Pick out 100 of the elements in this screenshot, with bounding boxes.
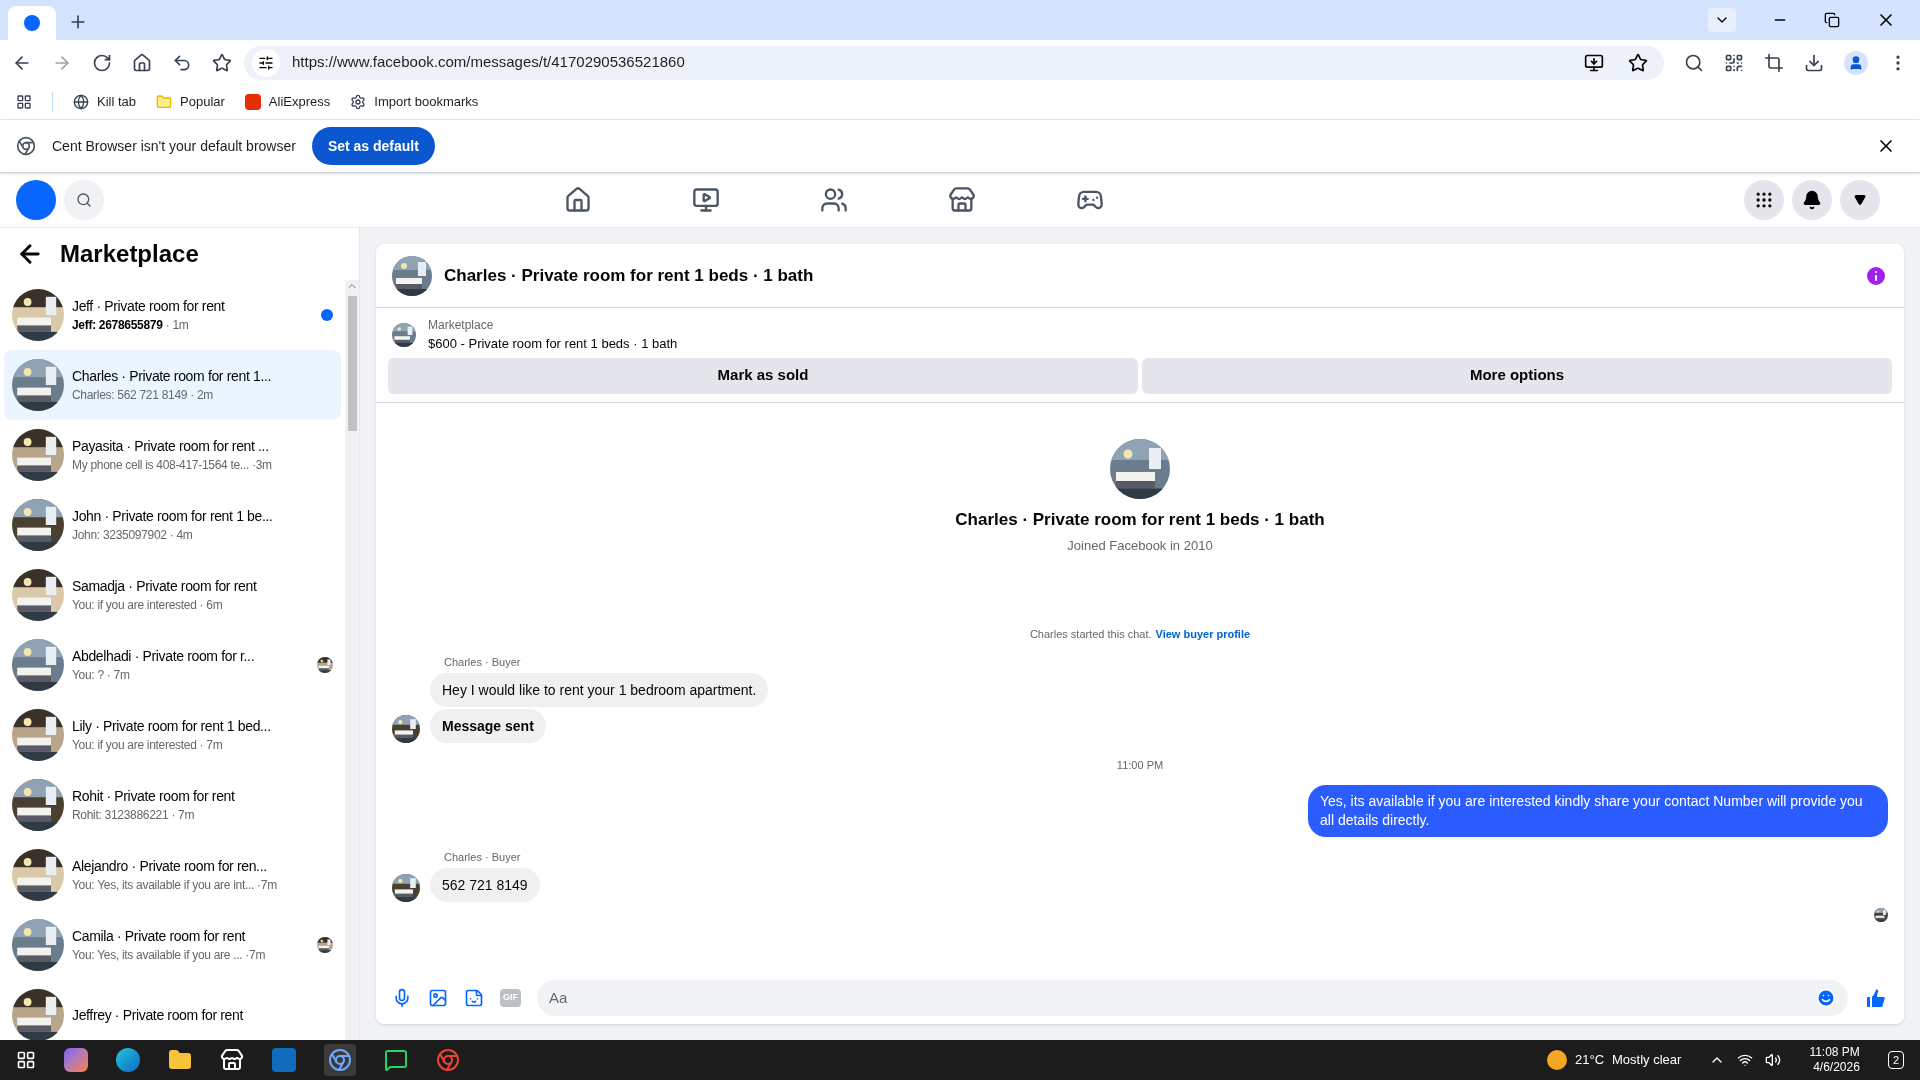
infobar-text: Cent Browser isn't your default browser bbox=[52, 136, 296, 156]
seen-avatar bbox=[317, 657, 333, 673]
folder-icon[interactable] bbox=[168, 1048, 192, 1072]
account-button[interactable] bbox=[1840, 180, 1880, 220]
store-nav-icon[interactable] bbox=[948, 186, 976, 214]
globe-icon bbox=[73, 94, 89, 110]
sticker-icon[interactable] bbox=[464, 988, 484, 1008]
listing-label: Marketplace bbox=[428, 317, 495, 334]
undo-icon[interactable] bbox=[172, 52, 192, 73]
home-icon[interactable] bbox=[132, 52, 152, 73]
profile-name: Charles · Private room for rent 1 beds · 1 bath bbox=[955, 508, 1325, 531]
temperature-text: 21°C bbox=[1575, 1051, 1605, 1070]
conversation-item[interactable]: Lily · Private room for rent 1 bed... You: if you are interested · 7m bbox=[4, 700, 341, 770]
search-icon bbox=[76, 192, 92, 208]
conversation-preview: John: 3235097902 · 4m bbox=[72, 527, 193, 544]
bookmark-link[interactable]: Kill tab bbox=[73, 92, 137, 112]
listing-action-button[interactable]: More options bbox=[1142, 357, 1892, 394]
search-button[interactable] bbox=[64, 180, 104, 220]
volume-icon[interactable] bbox=[1765, 1052, 1782, 1068]
conversation-title: Alejandro · Private room for ren... bbox=[72, 857, 267, 876]
listing-action-button[interactable]: Mark as sold bbox=[388, 357, 1138, 394]
joined-text: Joined Facebook in 2010 bbox=[1067, 537, 1213, 555]
scrollbar-thumb[interactable] bbox=[347, 296, 357, 431]
conversation-item[interactable]: Jeff · Private room for rent Jeff: 2678655879 · 1m bbox=[4, 280, 341, 350]
tab-list-button[interactable] bbox=[1708, 8, 1736, 32]
conversation-item[interactable]: Camila · Private room for rent You: Yes, its available if you are ... ·7m bbox=[4, 910, 341, 980]
incoming-message: Hey I would like to rent your 1 bedroom apartment. bbox=[430, 672, 769, 707]
weather-text: Mostly clear bbox=[1612, 1051, 1682, 1070]
clock-date: 4/6/2026 bbox=[1813, 1060, 1860, 1075]
chrome-icon[interactable] bbox=[436, 1048, 460, 1072]
conversation-title: Lily · Private room for rent 1 bed... bbox=[72, 717, 271, 736]
browser-logo-icon bbox=[16, 136, 36, 156]
conversation-preview: Jeff: 2678655879 · 1m bbox=[72, 317, 189, 334]
bookmark-link[interactable]: Import bookmarks bbox=[350, 92, 479, 112]
chat-intro-text: Charles started this chat. bbox=[1029, 626, 1152, 642]
message-input[interactable]: Aa bbox=[549, 986, 1816, 1010]
conversation-item[interactable]: Abdelhadi · Private room for r... You: ? · 7m bbox=[4, 630, 341, 700]
seen-avatar bbox=[317, 937, 333, 953]
site-settings-icon[interactable] bbox=[258, 54, 274, 71]
seen-avatar bbox=[1874, 907, 1888, 922]
image-icon[interactable] bbox=[428, 988, 448, 1008]
chrome-app-icon[interactable] bbox=[324, 1044, 356, 1076]
bookmark-link[interactable]: AliExpress bbox=[244, 92, 331, 112]
set-default-button[interactable]: Set as default bbox=[311, 127, 435, 165]
restore-icon[interactable] bbox=[1824, 12, 1840, 28]
like-icon[interactable] bbox=[1864, 986, 1888, 1010]
conversation-preview: Rohit: 3123886221 · 7m bbox=[72, 807, 195, 824]
network-icon[interactable] bbox=[1737, 1052, 1754, 1068]
menu-grid-button[interactable] bbox=[1744, 180, 1784, 220]
emoji-icon[interactable] bbox=[1816, 988, 1836, 1008]
conversation-item[interactable]: Payasita · Private room for rent ... My phone cell is 408-417-1564 te... ·3m bbox=[4, 420, 341, 490]
home-nav-icon[interactable] bbox=[564, 186, 592, 214]
apps-icon[interactable] bbox=[16, 94, 32, 110]
composer-bar[interactable]: Aa bbox=[537, 980, 1848, 1016]
sidebar-title: Marketplace bbox=[60, 239, 199, 269]
conversation-title: Samadja · Private room for rent bbox=[72, 577, 257, 596]
conversation-preview: You: Yes, its available if you are ... ·7m bbox=[72, 947, 266, 964]
conversation-item[interactable]: Jeffrey · Private room for rent bbox=[4, 980, 341, 1040]
conversation-item[interactable]: Alejandro · Private room for ren... You: Yes, its available if you are int... ·7m bbox=[4, 840, 341, 910]
conversation-item[interactable]: Rohit · Private room for rent Rohit: 3123886221 · 7m bbox=[4, 770, 341, 840]
download-icon[interactable] bbox=[1804, 52, 1824, 73]
conversation-preview: You: if you are interested · 6m bbox=[72, 597, 223, 614]
conversation-item[interactable]: John · Private room for rent 1 be... John: 3235097902 · 4m bbox=[4, 490, 341, 560]
conversation-item[interactable]: Samadja · Private room for rent You: if you are interested · 6m bbox=[4, 560, 341, 630]
outgoing-message: Yes, its available if you are interested kindly share your contact Number will provide you all details directly. bbox=[1308, 785, 1888, 837]
conversation-preview: You: Yes, its available if you are int... ·7m bbox=[72, 877, 277, 894]
star-icon[interactable] bbox=[212, 52, 232, 73]
conversation-preview: Charles: 562 721 8149 · 2m bbox=[72, 387, 213, 404]
search-icon[interactable] bbox=[1684, 52, 1704, 73]
bookmark-star-icon[interactable] bbox=[1628, 52, 1648, 73]
notification-badge[interactable]: 2 bbox=[1887, 1050, 1904, 1070]
conversation-title: Charles · Private room for rent 1... bbox=[72, 367, 272, 386]
crop-icon[interactable] bbox=[1764, 52, 1784, 73]
scrollbar[interactable] bbox=[345, 280, 359, 1040]
conversation-preview: You: if you are interested · 7m bbox=[72, 737, 223, 754]
reload-icon[interactable] bbox=[92, 52, 112, 73]
address-bar[interactable]: https://www.facebook.com/messages/t/4170290536521860 bbox=[244, 45, 1664, 80]
conversation-item[interactable]: Charles · Private room for rent 1... Charles: 562 721 8149 · 2m bbox=[4, 350, 341, 420]
store-icon[interactable] bbox=[220, 1048, 244, 1072]
conversation-title: Jeff · Private room for rent bbox=[72, 297, 225, 316]
microphone-icon[interactable] bbox=[392, 988, 412, 1008]
timestamp: 11:00 PM bbox=[1116, 757, 1164, 773]
incoming-message: Message sent bbox=[430, 708, 546, 743]
caret-icon bbox=[1854, 194, 1866, 206]
qr-code-icon[interactable] bbox=[1724, 52, 1744, 73]
conversation-title: Payasita · Private room for rent ... bbox=[72, 437, 269, 456]
browser-tab[interactable] bbox=[8, 6, 56, 40]
bookmark-link[interactable]: Popular bbox=[156, 92, 225, 112]
video-nav-icon[interactable] bbox=[692, 186, 720, 214]
start-icon[interactable] bbox=[16, 1050, 36, 1070]
profile-icon[interactable] bbox=[1844, 50, 1868, 75]
bell-icon bbox=[1802, 190, 1822, 210]
view-buyer-profile-link[interactable]: View buyer profile bbox=[1155, 625, 1251, 642]
sender-label: Charles · Buyer bbox=[444, 655, 522, 670]
install-icon[interactable] bbox=[1584, 52, 1604, 73]
friends-nav-icon[interactable] bbox=[820, 186, 848, 214]
weather-icon bbox=[1547, 1050, 1567, 1070]
notifications-button[interactable] bbox=[1792, 180, 1832, 220]
chat-app-icon[interactable] bbox=[384, 1048, 408, 1072]
conversation-preview: You: ? · 7m bbox=[72, 667, 130, 684]
